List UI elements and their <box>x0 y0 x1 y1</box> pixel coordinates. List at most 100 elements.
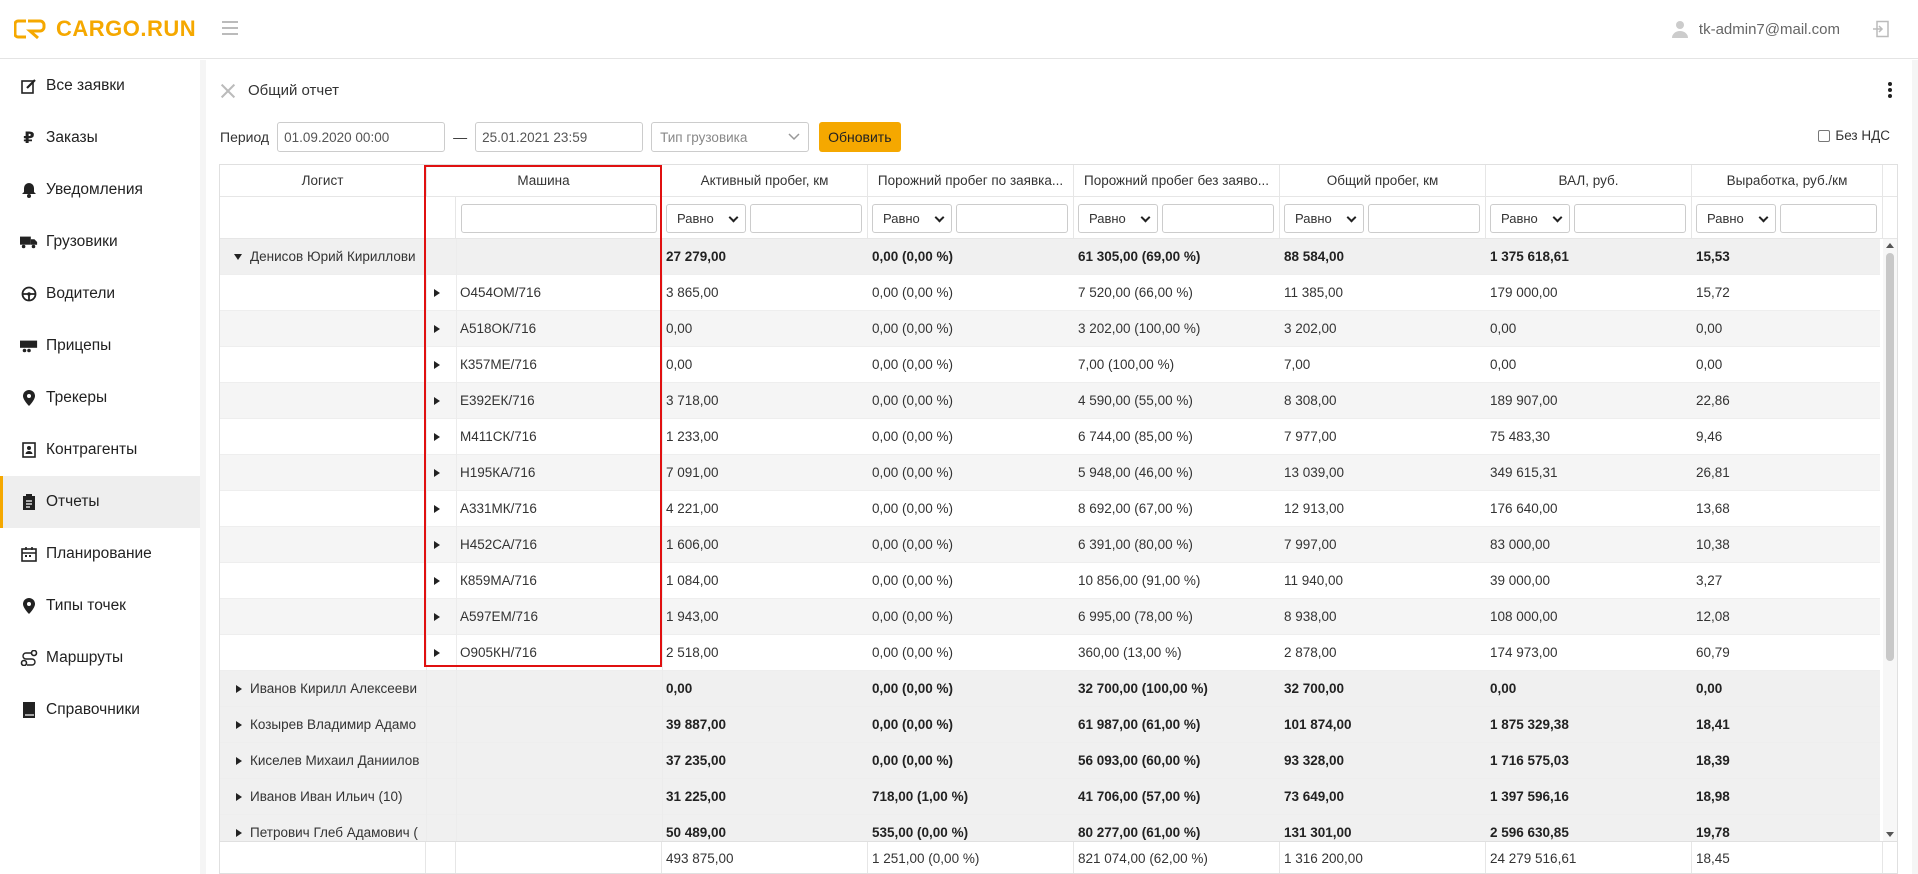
sidebar-item-7[interactable]: Контрагенты <box>0 424 200 476</box>
column-header-2[interactable]: Активный пробег, км <box>662 165 868 197</box>
table-row[interactable]: М411СК/716 1 233,00 0,00 (0,00 %) 6 744,00 … <box>220 419 1880 455</box>
filter-operator-select[interactable]: Равно <box>1696 204 1776 233</box>
vertical-scrollbar[interactable] <box>1883 239 1897 841</box>
column-header-4[interactable]: Порожний пробег без заяво... <box>1074 165 1280 197</box>
metric-cell: 18,39 <box>1696 753 1730 768</box>
chevron-down-icon <box>788 133 800 141</box>
sidebar-item-5[interactable]: Прицепы <box>0 320 200 372</box>
expand-caret-icon[interactable] <box>434 361 440 369</box>
sidebar-item-1[interactable]: ₽ Заказы <box>0 112 200 164</box>
metric-cell: 7,00 <box>1284 357 1311 372</box>
totals-cell: 1 316 200,00 <box>1280 842 1486 873</box>
metric-cell: 108 000,00 <box>1490 609 1558 624</box>
column-divider <box>426 165 427 197</box>
filter-operator-select[interactable]: Равно <box>872 204 952 233</box>
metric-cell: 13,68 <box>1696 501 1730 516</box>
scroll-up-icon[interactable] <box>1886 243 1894 248</box>
column-header-5[interactable]: Общий пробег, км <box>1280 165 1486 197</box>
expand-caret-icon[interactable] <box>434 505 440 513</box>
date-from-input[interactable]: 01.09.2020 00:00 <box>277 122 446 152</box>
scroll-down-icon[interactable] <box>1886 832 1894 837</box>
calendar-icon <box>20 545 38 563</box>
table-row[interactable]: А518ОК/716 0,00 0,00 (0,00 %) 3 202,00 (100… <box>220 311 1880 347</box>
logist-group-row[interactable]: Козырев Владимир Адамо 39 887,00 0,00 (0,0… <box>220 707 1880 743</box>
expand-caret-icon[interactable] <box>434 325 440 333</box>
table-row[interactable]: А331МК/716 4 221,00 0,00 (0,00 %) 8 692,00 … <box>220 491 1880 527</box>
steering-wheel-icon <box>20 285 38 303</box>
logo[interactable]: CARGO.RUN <box>14 14 196 44</box>
date-to-input[interactable]: 25.01.2021 23:59 <box>475 122 644 152</box>
expand-caret-icon[interactable] <box>434 397 440 405</box>
logist-group-row[interactable]: Иванов Иван Ильич (10) 31 225,00 718,00 (1… <box>220 779 1880 815</box>
column-header-0[interactable]: Логист <box>220 165 426 197</box>
expand-caret-icon[interactable] <box>434 649 440 657</box>
logist-name: Иванов Кирилл Алексееви <box>250 681 418 696</box>
table-row[interactable]: Н195КА/716 7 091,00 0,00 (0,00 %) 5 948,00 … <box>220 455 1880 491</box>
vat-toggle[interactable]: Без НДС <box>1818 128 1890 143</box>
close-icon[interactable] <box>220 83 236 99</box>
metric-cell: 4 221,00 <box>666 501 719 516</box>
metric-cell: 179 000,00 <box>1490 285 1558 300</box>
filter-value-input[interactable] <box>750 204 862 233</box>
sidebar-item-12[interactable]: Справочники <box>0 684 200 736</box>
filter-operator-label: Равно <box>1501 211 1538 226</box>
logist-group-row[interactable]: Денисов Юрий Кириллови 27 279,00 0,00 (0,0… <box>220 239 1880 275</box>
metric-cell: 6 391,00 (80,00 %) <box>1078 537 1193 552</box>
table-row[interactable]: А597ЕМ/716 1 943,00 0,00 (0,00 %) 6 995,00 … <box>220 599 1880 635</box>
logist-group-row[interactable]: Иванов Кирилл Алексееви 0,00 0,00 (0,00 %)… <box>220 671 1880 707</box>
logout-icon[interactable] <box>1872 20 1890 38</box>
column-header-6[interactable]: ВАЛ, руб. <box>1486 165 1692 197</box>
truck-icon <box>20 233 38 251</box>
filter-value-input[interactable] <box>956 204 1068 233</box>
table-row[interactable]: О454ОМ/716 3 865,00 0,00 (0,00 %) 7 520,00 … <box>220 275 1880 311</box>
logist-group-row[interactable]: Киселев Михаил Даниилов 37 235,00 0,00 (0,… <box>220 743 1880 779</box>
expand-caret-icon[interactable] <box>434 613 440 621</box>
expand-caret-icon[interactable] <box>434 289 440 297</box>
column-header-3[interactable]: Порожний пробег по заявка... <box>868 165 1074 197</box>
car-filter-input[interactable] <box>461 204 657 233</box>
metric-cell: 39 887,00 <box>666 717 727 732</box>
menu-toggle-icon[interactable] <box>222 21 238 35</box>
filter-value-input[interactable] <box>1574 204 1686 233</box>
metric-cell: 6 995,00 (78,00 %) <box>1078 609 1193 624</box>
metric-cell: 0,00 (0,00 %) <box>872 609 954 624</box>
logo-text: CARGO.RUN <box>56 16 197 41</box>
table-row[interactable]: К859МА/716 1 084,00 0,00 (0,00 %) 10 856,00… <box>220 563 1880 599</box>
table-row[interactable]: Н452СА/716 1 606,00 0,00 (0,00 %) 6 391,00 … <box>220 527 1880 563</box>
refresh-button[interactable]: Обновить <box>819 122 901 152</box>
filter-operator-label: Равно <box>677 211 714 226</box>
metric-cell: 101 874,00 <box>1284 717 1352 732</box>
expand-caret-icon[interactable] <box>434 469 440 477</box>
sidebar-item-6[interactable]: Трекеры <box>0 372 200 424</box>
filter-operator-select[interactable]: Равно <box>1490 204 1570 233</box>
chevron-down-icon <box>1552 212 1563 223</box>
sidebar-item-0[interactable]: Все заявки <box>0 60 200 112</box>
sidebar-item-label: Заказы <box>46 129 98 146</box>
table-row[interactable]: К357МЕ/716 0,00 0,00 (0,00 %) 7,00 (100,00 … <box>220 347 1880 383</box>
sidebar-item-11[interactable]: Маршруты <box>0 632 200 684</box>
table-row[interactable]: О905КН/716 2 518,00 0,00 (0,00 %) 360,00 (1… <box>220 635 1880 671</box>
sidebar-item-4[interactable]: Водители <box>0 268 200 320</box>
sidebar-item-10[interactable]: Типы точек <box>0 580 200 632</box>
more-options-icon[interactable] <box>1888 82 1892 98</box>
vat-checkbox[interactable] <box>1818 129 1831 142</box>
filter-operator-select[interactable]: Равно <box>1078 204 1158 233</box>
user-menu[interactable]: tk-admin7@mail.com <box>1671 20 1840 38</box>
filter-value-input[interactable] <box>1368 204 1480 233</box>
sidebar-item-2[interactable]: Уведомления <box>0 164 200 216</box>
expand-caret-icon[interactable] <box>434 433 440 441</box>
filter-value-input[interactable] <box>1162 204 1274 233</box>
sidebar-item-3[interactable]: Грузовики <box>0 216 200 268</box>
table-row[interactable]: Е392ЕК/716 3 718,00 0,00 (0,00 %) 4 590,00 … <box>220 383 1880 419</box>
sidebar-item-9[interactable]: Планирование <box>0 528 200 580</box>
column-header-1[interactable]: Машина <box>426 165 662 197</box>
filter-operator-select[interactable]: Равно <box>666 204 746 233</box>
filter-value-input[interactable] <box>1780 204 1877 233</box>
expand-caret-icon[interactable] <box>434 541 440 549</box>
scroll-thumb[interactable] <box>1886 253 1894 661</box>
expand-caret-icon[interactable] <box>434 577 440 585</box>
column-header-7[interactable]: Выработка, руб./км <box>1692 165 1883 197</box>
filter-operator-select[interactable]: Равно <box>1284 204 1364 233</box>
sidebar-item-8[interactable]: Отчеты <box>0 476 200 528</box>
truck-type-select[interactable]: Тип грузовика <box>651 122 810 152</box>
